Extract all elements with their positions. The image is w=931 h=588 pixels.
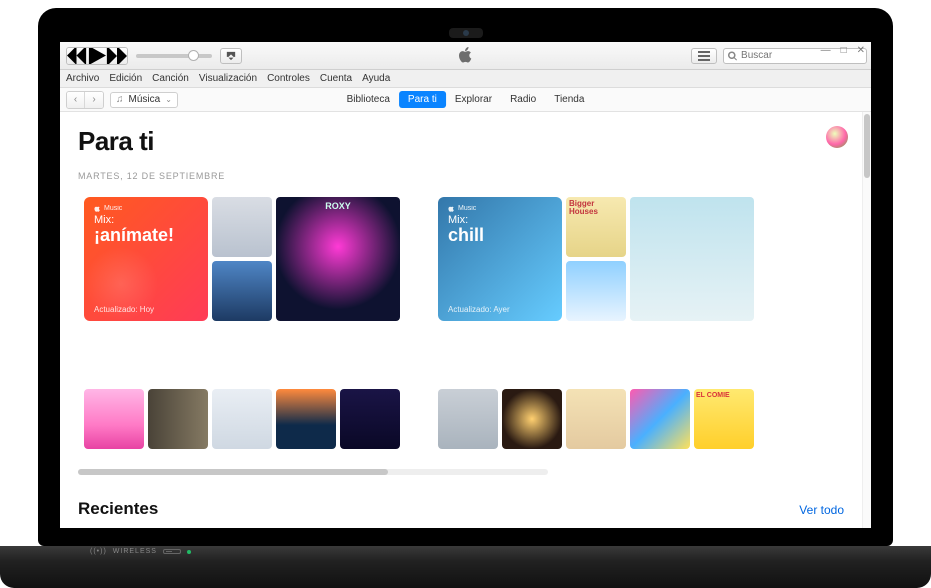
apple-music-brand: Music <box>94 205 198 212</box>
play-button[interactable] <box>87 48 107 64</box>
album-tile[interactable] <box>438 389 498 449</box>
menu-controles[interactable]: Controles <box>267 73 310 84</box>
profile-avatar[interactable] <box>826 126 848 148</box>
menu-ayuda[interactable]: Ayuda <box>362 73 390 84</box>
album-tile[interactable] <box>276 389 336 449</box>
next-button[interactable] <box>107 48 127 64</box>
mix-hero: Music Mix: ¡anímate! Actualizado: Hoy <box>84 197 208 321</box>
apple-logo-icon <box>458 47 474 68</box>
album-tile[interactable] <box>212 261 272 321</box>
see-all-link[interactable]: Ver todo <box>799 503 844 517</box>
mix-updated: Actualizado: Hoy <box>94 305 154 314</box>
tab-explorar[interactable]: Explorar <box>446 91 501 108</box>
playback-controls <box>66 47 128 65</box>
menu-cancion[interactable]: Canción <box>152 73 189 84</box>
tab-radio[interactable]: Radio <box>501 91 545 108</box>
mix-card-chill[interactable]: Music Mix: chill Actualizado: Ayer <box>432 191 766 455</box>
previous-button[interactable] <box>67 48 87 64</box>
webcam <box>449 28 483 38</box>
window-maximize-button[interactable]: □ <box>841 45 847 56</box>
page-date: MARTES, 12 DE SEPTIEMBRE <box>78 171 862 181</box>
vertical-scrollbar[interactable] <box>863 112 871 528</box>
mixes-row: Music Mix: ¡anímate! Actualizado: Hoy <box>78 191 862 455</box>
section-tabs: Biblioteca Para ti Explorar Radio Tienda <box>338 91 594 108</box>
album-tile[interactable] <box>566 197 626 257</box>
main-content: Para ti MARTES, 12 DE SEPTIEMBRE Music <box>60 112 863 528</box>
menu-archivo[interactable]: Archivo <box>66 73 99 84</box>
tab-para-ti[interactable]: Para ti <box>399 91 446 108</box>
mix-updated: Actualizado: Ayer <box>448 305 510 314</box>
section-recientes-title: Recientes <box>78 499 158 519</box>
laptop-base: ((•)) WIRELESS <box>0 546 931 588</box>
dropdown-label: Música <box>129 94 161 105</box>
horizontal-scrollbar[interactable] <box>78 469 548 475</box>
album-tile[interactable] <box>148 389 208 449</box>
library-dropdown[interactable]: ♫ Música ⌄ <box>110 92 178 108</box>
apple-music-brand: Music <box>448 205 552 212</box>
mix-name: ¡anímate! <box>94 226 198 245</box>
navbar: ‹ › ♫ Música ⌄ Biblioteca Para ti Explor… <box>60 88 871 112</box>
album-tile[interactable] <box>502 389 562 449</box>
forward-button[interactable]: › <box>85 92 103 108</box>
tab-biblioteca[interactable]: Biblioteca <box>338 91 399 108</box>
mix-card-animate[interactable]: Music Mix: ¡anímate! Actualizado: Hoy <box>78 191 412 455</box>
tab-tienda[interactable]: Tienda <box>545 91 593 108</box>
album-tile[interactable] <box>630 389 690 449</box>
laptop-frame: — □ ✕ <box>0 0 931 588</box>
menu-edicion[interactable]: Edición <box>109 73 142 84</box>
back-button[interactable]: ‹ <box>67 92 85 108</box>
menu-cuenta[interactable]: Cuenta <box>320 73 352 84</box>
volume-slider[interactable] <box>136 54 212 58</box>
album-tile[interactable] <box>212 389 272 449</box>
album-tile[interactable] <box>566 261 626 321</box>
airplay-button[interactable] <box>220 48 242 64</box>
album-tile[interactable] <box>694 389 754 449</box>
chevron-down-icon: ⌄ <box>165 95 172 104</box>
music-note-icon: ♫ <box>116 94 124 105</box>
album-tile[interactable] <box>212 197 272 257</box>
album-tile[interactable] <box>566 389 626 449</box>
laptop-bezel: — □ ✕ <box>38 8 893 546</box>
mix-name: chill <box>448 226 552 245</box>
view-list-button[interactable] <box>691 48 717 64</box>
search-icon <box>728 51 737 61</box>
menu-visualizacion[interactable]: Visualización <box>199 73 257 84</box>
album-tile[interactable] <box>340 389 400 449</box>
window-close-button[interactable]: ✕ <box>857 45 865 56</box>
album-tile[interactable] <box>276 197 400 321</box>
album-tile[interactable] <box>630 197 754 321</box>
album-tile[interactable] <box>84 389 144 449</box>
app-menubar: Archivo Edición Canción Visualización Co… <box>60 70 871 88</box>
mix-hero: Music Mix: chill Actualizado: Ayer <box>438 197 562 321</box>
screen: — □ ✕ <box>60 42 871 528</box>
page-title: Para ti <box>78 126 862 157</box>
window-minimize-button[interactable]: — <box>821 45 831 56</box>
player-toolbar <box>60 42 871 70</box>
nav-history: ‹ › <box>66 91 104 109</box>
laptop-indicators: ((•)) WIRELESS <box>90 548 191 555</box>
